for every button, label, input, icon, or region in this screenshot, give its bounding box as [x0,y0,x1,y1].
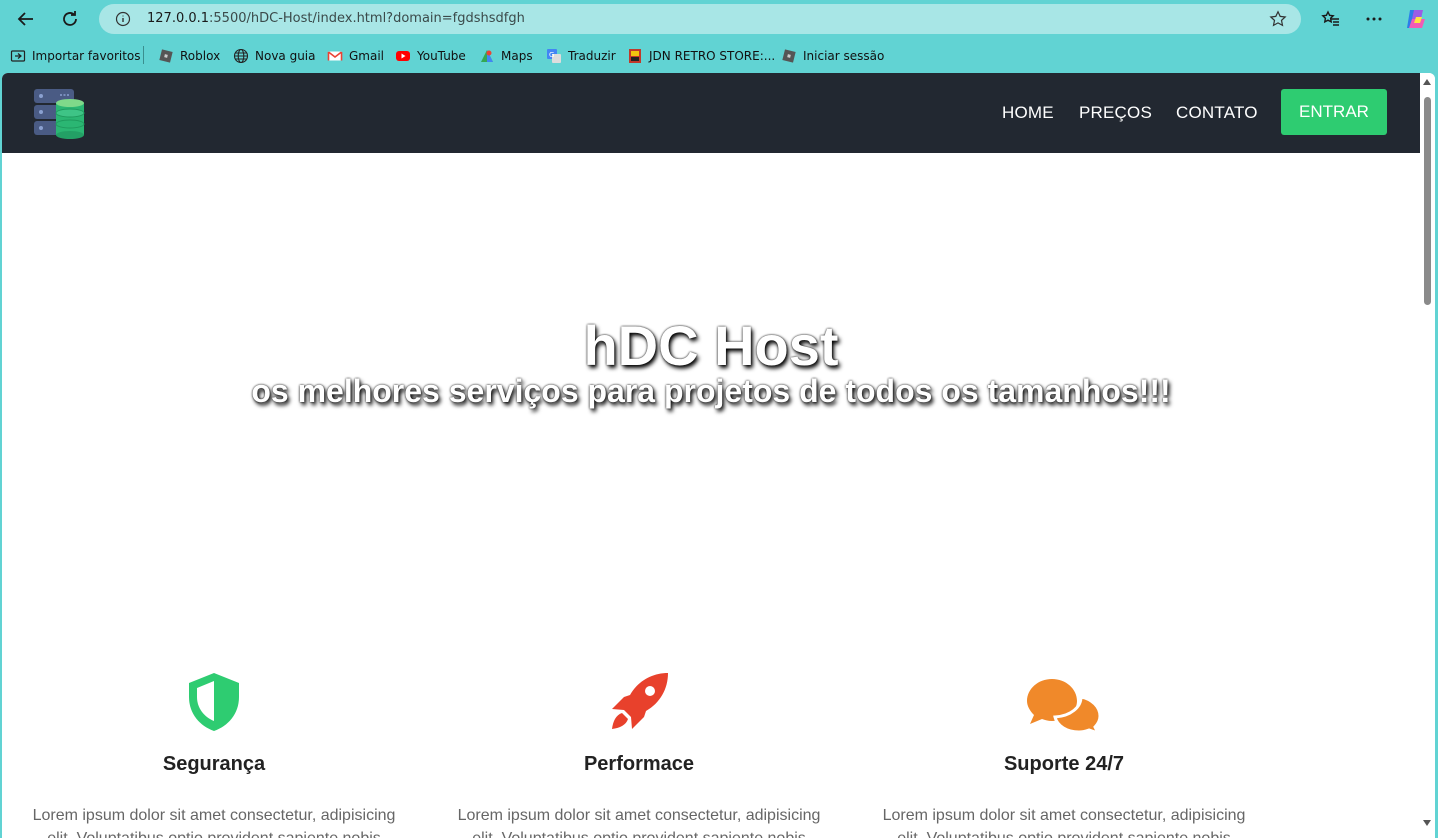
more-menu-button[interactable] [1360,5,1388,33]
browser-toolbar: 127.0.0.1:5500/hDC-Host/index.html?domai… [0,0,1438,38]
hero-title: hDC Host [583,314,839,377]
feature-icon-wrap [14,669,414,733]
rocket-icon [612,673,668,729]
favorites-list-icon [1321,10,1339,26]
youtube-icon [396,51,410,61]
feature-icon-wrap [864,669,1264,733]
site-info-icon[interactable] [115,11,131,27]
bookmark-label: JDN RETRO STORE:... [649,49,776,63]
bookmark-gmail[interactable]: Gmail [327,46,384,66]
roblox-icon [782,49,796,63]
bookmarks-bar-items: Roblox Nova guia Gmail YouTube Maps G Tr… [0,42,1438,68]
feature-text: Lorem ipsum dolor sit amet consectetur, … [32,807,396,838]
hero-subtitle: os melhores serviços para projetos de to… [251,373,1171,409]
bookmark-jdn-retro-store[interactable]: JDN RETRO STORE:... [627,46,775,66]
bookmark-label: Traduzir [568,49,616,63]
page-viewport: HOME PREÇOS CONTATO ENTRAR hDC Host os m… [2,73,1435,838]
url-host: 127.0.0.1 [147,11,210,26]
url-path: :5500/hDC-Host/index.html?domain=fgdshsd… [209,11,525,26]
nav-link-precos[interactable]: PREÇOS [1079,103,1152,123]
feature-title: Performace [583,753,695,775]
bookmark-iniciar-sessao[interactable]: Iniciar sessão [781,46,884,66]
feature-suporte: Suporte 24/7 Lorem ipsum dolor sit amet … [864,669,1264,838]
jdn-store-icon [629,49,641,63]
shield-icon [189,673,239,731]
url-text[interactable]: 127.0.0.1:5500/hDC-Host/index.html?domai… [147,11,525,26]
maps-icon [481,50,493,62]
entrar-button[interactable]: ENTRAR [1281,89,1387,135]
bookmark-label: Nova guia [255,49,316,63]
feature-seguranca: Segurança Lorem ipsum dolor sit amet con… [14,669,414,838]
bookmark-traduzir[interactable]: G Traduzir [546,46,616,66]
roblox-icon [159,49,173,63]
feature-title: Suporte 24/7 [1003,753,1125,775]
bookmark-roblox[interactable]: Roblox [158,46,220,66]
translate-icon: G [547,49,561,63]
reload-button[interactable] [56,5,84,33]
nav-link-home[interactable]: HOME [1002,103,1054,123]
bookmark-maps[interactable]: Maps [479,46,533,66]
bookmark-label: Maps [501,49,533,63]
feature-title: Segurança [162,753,266,775]
copilot-button[interactable] [1402,5,1430,33]
ellipsis-icon [1366,17,1382,21]
svg-text:G: G [549,51,554,59]
server-database-logo-icon[interactable] [32,87,86,139]
back-arrow-icon [17,12,33,26]
chat-bubbles-icon [1027,679,1102,733]
bookmark-label: YouTube [417,49,466,63]
feature-text: Lorem ipsum dolor sit amet consectetur, … [457,807,821,838]
favorites-button[interactable] [1316,5,1344,33]
back-button[interactable] [12,5,40,33]
scroll-down-arrow-icon[interactable] [1423,820,1431,826]
vertical-scrollbar[interactable] [1420,73,1435,838]
nav-link-contato[interactable]: CONTATO [1176,103,1258,123]
globe-icon [233,48,249,64]
scrollbar-thumb[interactable] [1424,97,1431,305]
feature-icon-wrap [439,669,839,733]
reload-icon [63,11,77,26]
bookmark-label: Gmail [349,49,385,63]
bookmark-nova-guia[interactable]: Nova guia [233,46,316,66]
bookmark-label: Iniciar sessão [803,49,885,63]
copilot-icon [1407,10,1425,28]
bookmark-youtube[interactable]: YouTube [395,46,466,66]
gmail-icon [327,51,343,61]
feature-text: Lorem ipsum dolor sit amet consectetur, … [882,807,1246,838]
address-bar[interactable]: 127.0.0.1:5500/hDC-Host/index.html?domai… [99,4,1301,34]
favorite-star-icon[interactable] [1269,10,1287,28]
scroll-up-arrow-icon[interactable] [1423,79,1431,85]
feature-performace: Performace Lorem ipsum dolor sit amet co… [439,669,839,838]
site-navbar: HOME PREÇOS CONTATO ENTRAR [2,73,1420,153]
bookmark-label: Roblox [180,49,221,63]
